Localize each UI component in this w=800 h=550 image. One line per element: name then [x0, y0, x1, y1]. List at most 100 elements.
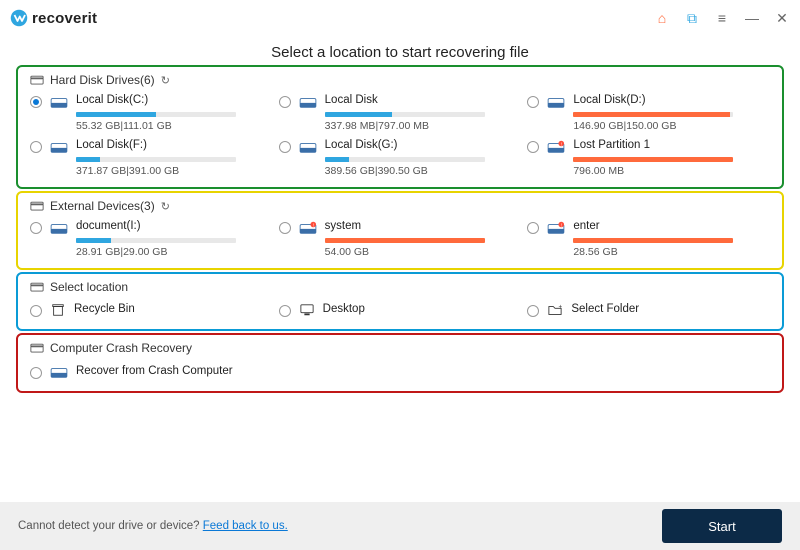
drive-name: Lost Partition 1	[573, 138, 770, 153]
cart-icon[interactable]: ⌂	[654, 10, 670, 26]
location-item[interactable]: Recycle Bin	[30, 298, 273, 321]
disk-icon	[30, 201, 44, 212]
drive-item[interactable]: Local Disk(C:) 55.32 GB|111.01 GB	[30, 91, 273, 134]
titlebar-controls: ⌂ ⧉ ≡ — ✕	[654, 10, 790, 27]
drive-name: Local Disk(C:)	[76, 93, 273, 108]
section-title: Hard Disk Drives(6)	[50, 73, 155, 87]
footer: Cannot detect your drive or device? Feed…	[0, 502, 800, 550]
footer-prompt: Cannot detect your drive or device?	[18, 520, 203, 532]
section-title: External Devices(3)	[50, 199, 155, 213]
section-header-crash: Computer Crash Recovery	[30, 339, 770, 359]
drive-stats: 55.32 GB|111.01 GB	[76, 120, 273, 132]
drive-icon	[50, 95, 68, 109]
radio-select[interactable]	[30, 96, 42, 108]
drive-name: Local Disk(G:)	[325, 138, 522, 153]
drive-item[interactable]: ! system 54.00 GB	[279, 217, 522, 260]
drive-stats: 337.98 MB|797.00 MB	[325, 120, 522, 132]
drive-body: Local Disk(D:) 146.90 GB|150.00 GB	[573, 93, 770, 132]
drive-icon	[50, 140, 68, 154]
menu-icon[interactable]: ≡	[714, 10, 730, 26]
drive-body: document(I:) 28.91 GB|29.00 GB	[76, 219, 273, 258]
desktop-icon	[299, 303, 315, 317]
drive-stats: 54.00 GB	[325, 246, 522, 258]
drive-stats: 371.87 GB|391.00 GB	[76, 165, 273, 177]
section-external-devices: External Devices(3) ↻ document(I:) 28.91 …	[16, 191, 784, 270]
location-name: Recycle Bin	[74, 302, 135, 317]
disk-icon	[30, 75, 44, 86]
drive-icon: !	[547, 221, 565, 235]
radio-select[interactable]	[279, 141, 291, 153]
refresh-icon[interactable]: ↻	[161, 74, 170, 87]
section-header-loc: Select location	[30, 278, 770, 298]
app-logo: recoverit	[10, 9, 97, 27]
app-name: recoverit	[32, 10, 97, 27]
drive-name: Local Disk(D:)	[573, 93, 770, 108]
svg-text:+: +	[559, 303, 563, 310]
drive-body: enter 28.56 GB	[573, 219, 770, 258]
disk-icon	[30, 282, 44, 293]
refresh-icon[interactable]: ↻	[161, 200, 170, 213]
key-icon[interactable]: ⧉	[684, 10, 700, 27]
start-button[interactable]: Start	[662, 509, 782, 543]
drive-icon	[50, 221, 68, 235]
drive-item[interactable]: document(I:) 28.91 GB|29.00 GB	[30, 217, 273, 260]
radio-select[interactable]	[527, 96, 539, 108]
location-name: Select Folder	[571, 302, 639, 317]
drive-stats: 28.56 GB	[573, 246, 770, 258]
radio-select[interactable]	[527, 141, 539, 153]
content: Hard Disk Drives(6) ↻ Local Disk(C:) 55.3…	[0, 65, 800, 502]
drive-body: Local Disk 337.98 MB|797.00 MB	[325, 93, 522, 132]
app-window: recoverit ⌂ ⧉ ≡ — ✕ Select a location to…	[0, 0, 800, 550]
location-item[interactable]: Desktop	[279, 298, 522, 321]
section-select-location: Select location Recycle Bin Desktop + Selec…	[16, 272, 784, 331]
usage-bar	[76, 157, 236, 162]
drive-stats: 28.91 GB|29.00 GB	[76, 246, 273, 258]
radio-select[interactable]	[30, 305, 42, 317]
folder-icon: +	[547, 303, 563, 317]
logo-icon	[10, 9, 28, 27]
drive-stats: 389.56 GB|390.50 GB	[325, 165, 522, 177]
drive-name: Local Disk	[325, 93, 522, 108]
disk-icon	[30, 343, 44, 354]
drive-icon: !	[547, 140, 565, 154]
drive-item[interactable]: Local Disk(F:) 371.87 GB|391.00 GB	[30, 136, 273, 179]
drive-name: enter	[573, 219, 770, 234]
drive-stats: 146.90 GB|150.00 GB	[573, 120, 770, 132]
radio-select[interactable]	[30, 141, 42, 153]
radio-select[interactable]	[527, 305, 539, 317]
recycle-bin-icon	[50, 303, 66, 317]
usage-bar	[325, 112, 485, 117]
location-item[interactable]: Recover from Crash Computer	[30, 359, 273, 383]
radio-select[interactable]	[279, 305, 291, 317]
minimize-icon[interactable]: —	[744, 10, 760, 26]
radio-select[interactable]	[279, 222, 291, 234]
drive-item[interactable]: Local Disk(G:) 389.56 GB|390.50 GB	[279, 136, 522, 179]
section-header-ext: External Devices(3) ↻	[30, 197, 770, 217]
page-title: Select a location to start recovering fi…	[0, 36, 800, 65]
usage-bar	[573, 238, 733, 243]
svg-text:!: !	[312, 222, 313, 227]
drive-name: Local Disk(F:)	[76, 138, 273, 153]
drive-item[interactable]: ! enter 28.56 GB	[527, 217, 770, 260]
radio-select[interactable]	[30, 222, 42, 234]
svg-text:!: !	[561, 222, 562, 227]
radio-select[interactable]	[30, 367, 42, 379]
footer-text: Cannot detect your drive or device? Feed…	[18, 520, 288, 532]
usage-bar	[573, 157, 733, 162]
feedback-link[interactable]: Feed back to us.	[203, 520, 288, 532]
drive-item[interactable]: !Lost Partition 1796.00 MB	[527, 136, 770, 179]
svg-text:!: !	[561, 141, 562, 146]
section-title: Select location	[50, 280, 128, 294]
drive-item[interactable]: Local Disk 337.98 MB|797.00 MB	[279, 91, 522, 134]
location-name: Desktop	[323, 302, 365, 317]
close-icon[interactable]: ✕	[774, 10, 790, 27]
radio-select[interactable]	[279, 96, 291, 108]
drive-body: system 54.00 GB	[325, 219, 522, 258]
drive-name: document(I:)	[76, 219, 273, 234]
location-item[interactable]: + Select Folder	[527, 298, 770, 321]
drive-item[interactable]: Local Disk(D:) 146.90 GB|150.00 GB	[527, 91, 770, 134]
drive-body: Local Disk(C:) 55.32 GB|111.01 GB	[76, 93, 273, 132]
radio-select[interactable]	[527, 222, 539, 234]
drive-name: system	[325, 219, 522, 234]
usage-bar	[573, 112, 733, 117]
